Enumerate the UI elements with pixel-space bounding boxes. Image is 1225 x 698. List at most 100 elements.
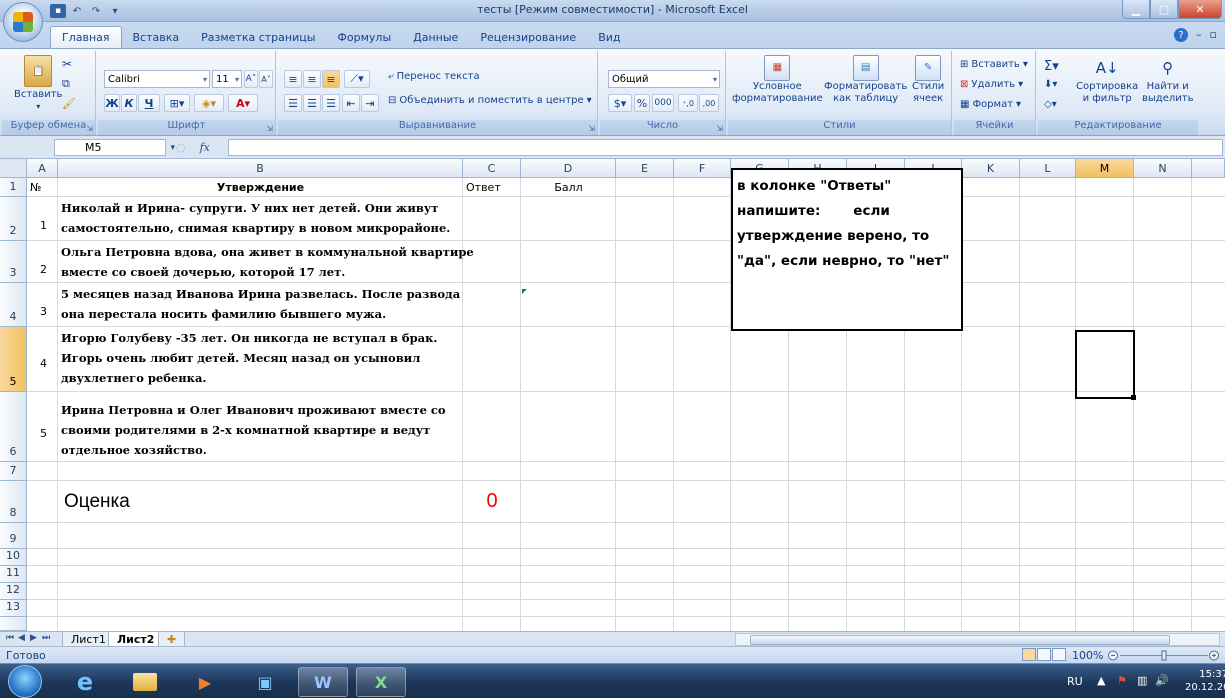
shrink-font-button[interactable]: A˅ <box>259 70 273 88</box>
worksheet-grid[interactable]: A B C D E F G H I J K L M N 1 2 3 4 5 6 … <box>0 159 1225 631</box>
normal-view-button[interactable] <box>1022 648 1036 661</box>
align-middle-button[interactable]: ≡ <box>303 70 321 88</box>
orientation-button[interactable]: ⟋▾ <box>344 70 370 88</box>
format-as-table-button[interactable]: ▤ Форматировать как таблицу <box>824 55 907 105</box>
col-header-f[interactable]: F <box>674 159 731 178</box>
row-header-6[interactable]: 6 <box>0 392 27 462</box>
word-icon[interactable]: W <box>298 667 348 697</box>
align-right-button[interactable]: ☰ <box>322 94 340 112</box>
maximize-button[interactable]: ▢ <box>1150 0 1178 19</box>
number-launcher-icon[interactable]: ⇲ <box>716 124 723 133</box>
workbook-minimize-icon[interactable]: – <box>1196 28 1202 42</box>
next-sheet-icon[interactable]: ▶ <box>30 633 37 643</box>
row-header-13[interactable]: 13 <box>0 600 27 617</box>
col-header-n[interactable]: N <box>1134 159 1192 178</box>
row-header-7[interactable]: 7 <box>0 462 27 481</box>
prev-sheet-icon[interactable]: ◀ <box>18 633 25 643</box>
decrease-indent-button[interactable]: ⇤ <box>342 94 360 112</box>
format-painter-icon[interactable]: 🖌 <box>62 97 76 110</box>
file-explorer-icon[interactable] <box>120 667 170 697</box>
currency-button[interactable]: $ ▾ <box>608 94 632 112</box>
row-header-10[interactable]: 10 <box>0 549 27 566</box>
tab-page-layout[interactable]: Разметка страницы <box>190 26 326 48</box>
row-header-5[interactable]: 5 <box>0 327 27 392</box>
col-header-m[interactable]: M <box>1076 159 1134 178</box>
close-button[interactable]: ✕ <box>1178 0 1222 19</box>
internet-explorer-icon[interactable]: e <box>60 667 110 697</box>
cell-d1[interactable]: Балл <box>521 181 616 194</box>
cell-a6[interactable]: 5 <box>40 427 47 440</box>
number-format-combo[interactable]: Общий ▾ <box>608 70 720 88</box>
col-header-a[interactable]: A <box>27 159 58 178</box>
cell-a4[interactable]: 3 <box>40 305 47 318</box>
wrap-text-button[interactable]: ⤶ Перенос текста <box>388 71 480 82</box>
align-center-button[interactable]: ☰ <box>303 94 321 112</box>
delete-cells-button[interactable]: ⊠ Удалить ▾ <box>960 79 1023 90</box>
language-indicator[interactable]: RU <box>1067 675 1083 688</box>
minimize-button[interactable]: ▁ <box>1122 0 1150 19</box>
italic-button[interactable]: К <box>121 94 137 112</box>
cut-icon[interactable]: ✂ <box>62 57 72 71</box>
cell-b2[interactable]: Николай и Ирина- супруги. У них нет дете… <box>61 198 450 238</box>
cell-a1[interactable]: № <box>30 181 41 194</box>
cell-b6[interactable]: Ирина Петровна и Олег Иванович проживают… <box>61 400 446 460</box>
row-header-2[interactable]: 2 <box>0 197 27 241</box>
grow-font-button[interactable]: A˄ <box>244 70 258 88</box>
row-header-4[interactable]: 4 <box>0 283 27 327</box>
cell-a2[interactable]: 1 <box>40 219 47 232</box>
increase-decimal-button[interactable]: ⁺,0 <box>678 94 698 112</box>
sort-filter-button[interactable]: A↓ Сортировка и фильтр <box>1076 55 1138 105</box>
grade-label[interactable]: Оценка <box>64 491 130 513</box>
cell-a3[interactable]: 2 <box>40 263 47 276</box>
increase-indent-button[interactable]: ⇥ <box>361 94 379 112</box>
page-layout-view-button[interactable] <box>1037 648 1051 661</box>
scrollbar-thumb[interactable] <box>750 635 1170 645</box>
align-left-button[interactable]: ☰ <box>284 94 302 112</box>
zoom-level[interactable]: 100% <box>1072 649 1103 662</box>
row-header-8[interactable]: 8 <box>0 481 27 523</box>
merge-center-button[interactable]: ⊟ Объединить и поместить в центре ▾ <box>388 95 592 106</box>
autosum-icon[interactable]: Σ▾ <box>1044 59 1059 74</box>
instruction-text-box[interactable]: в колонке "Ответы" напишите: если утверж… <box>731 168 963 331</box>
insert-cells-button[interactable]: ⊞ Вставить ▾ <box>960 59 1028 70</box>
help-icon[interactable]: ? <box>1174 28 1189 42</box>
font-name-combo[interactable]: Calibri ▾ <box>104 70 210 88</box>
workbook-restore-icon[interactable]: ▫ <box>1210 28 1217 42</box>
cancel-entry-icon[interactable]: ◌ <box>176 141 186 154</box>
thousands-button[interactable]: 000 <box>652 94 674 112</box>
select-all-corner[interactable] <box>0 159 27 178</box>
sheet-tab-2[interactable]: Лист2 <box>108 632 164 647</box>
row-header-1[interactable]: 1 <box>0 178 27 197</box>
clear-icon[interactable]: ◇▾ <box>1044 99 1057 110</box>
cell-styles-button[interactable]: ✎ Стили ячеек <box>912 55 944 105</box>
tab-review[interactable]: Рецензирование <box>469 26 587 48</box>
copy-icon[interactable]: ⧉ <box>62 77 70 91</box>
media-player-icon[interactable]: ▶ <box>180 667 230 697</box>
tab-data[interactable]: Данные <box>402 26 469 48</box>
cell-b3[interactable]: Ольга Петровна вдова, она живет в коммун… <box>61 242 474 282</box>
action-center-icon[interactable]: ⚑ <box>1117 674 1127 687</box>
tab-insert[interactable]: Вставка <box>122 26 191 48</box>
page-break-view-button[interactable] <box>1052 648 1066 661</box>
formula-input[interactable] <box>228 139 1223 156</box>
font-launcher-icon[interactable]: ⇲ <box>266 124 273 133</box>
remote-desktop-icon[interactable]: ▣ <box>240 667 290 697</box>
format-cells-button[interactable]: ▦ Формат ▾ <box>960 99 1021 110</box>
tab-view[interactable]: Вид <box>587 26 631 48</box>
col-header-d[interactable]: D <box>521 159 616 178</box>
start-button[interactable] <box>8 665 42 698</box>
clock[interactable]: 15:37 20.12.2013 <box>1185 668 1225 694</box>
bold-button[interactable]: Ж <box>104 94 120 112</box>
clipboard-launcher-icon[interactable]: ⇲ <box>86 124 93 133</box>
col-header-e[interactable]: E <box>616 159 674 178</box>
show-hidden-icons-icon[interactable]: ▲ <box>1097 674 1105 687</box>
insert-function-icon[interactable]: fx <box>200 141 210 154</box>
paste-button[interactable]: 📋 Вставить ▾ <box>14 55 62 111</box>
col-header-o[interactable] <box>1192 159 1225 178</box>
sheet-tab-1[interactable]: Лист1 <box>62 632 115 647</box>
font-size-combo[interactable]: 11 ▾ <box>212 70 242 88</box>
decrease-decimal-button[interactable]: ,00 <box>699 94 719 112</box>
col-header-k[interactable]: K <box>962 159 1020 178</box>
tab-home[interactable]: Главная <box>50 26 122 48</box>
first-sheet-icon[interactable]: ⏮ <box>6 633 14 643</box>
